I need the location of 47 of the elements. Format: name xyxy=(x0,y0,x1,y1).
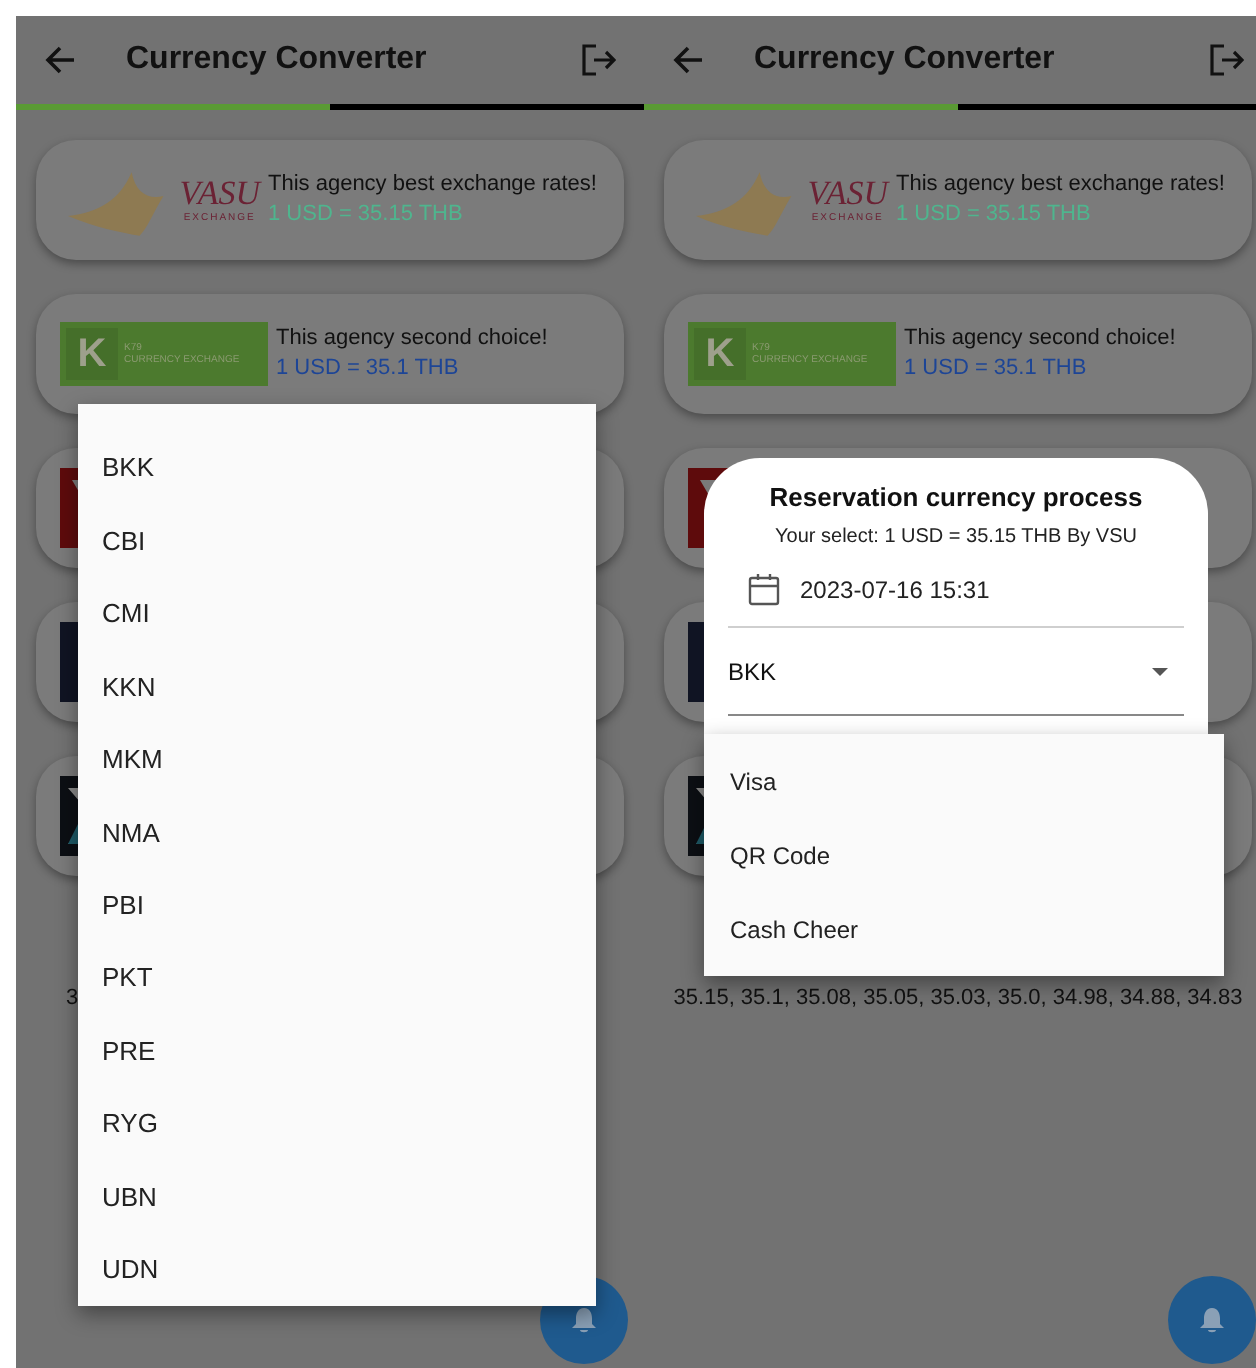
app-title: Currency Converter xyxy=(126,40,429,80)
tab-indicator[interactable] xyxy=(330,104,644,110)
menu-item[interactable]: RYG xyxy=(78,1087,596,1161)
back-icon xyxy=(672,44,704,76)
app-title: Currency Converter xyxy=(754,40,1057,80)
tab-indicator[interactable] xyxy=(958,104,1256,110)
back-icon xyxy=(44,44,76,76)
menu-item[interactable]: PRE xyxy=(78,1014,596,1088)
menu-item[interactable]: PKT xyxy=(78,941,596,1015)
rates-list: 35.15, 35.1, 35.08, 35.05, 35.03, 35.0, 34.98, 34.88, 34.83 xyxy=(644,984,1256,1012)
agency-headline: This agency best exchange rates! xyxy=(268,170,597,200)
agency-headline: This agency second choice! xyxy=(904,324,1176,354)
agency-headline: This agency second choice! xyxy=(276,324,548,354)
date-field[interactable]: 2023-07-16 15:31 xyxy=(728,552,1184,628)
dialog-subtitle: Your select: 1 USD = 35.15 THB By VSU xyxy=(775,524,1137,552)
tab-indicator[interactable] xyxy=(16,104,330,110)
agency-rate: 1 USD = 35.1 THB xyxy=(904,354,1089,384)
agency-rate: 1 USD = 35.15 THB xyxy=(896,200,1093,230)
menu-item[interactable]: UBN xyxy=(78,1160,596,1234)
agency-rate: 1 USD = 35.15 THB xyxy=(268,200,465,230)
menu-item[interactable]: QR Code xyxy=(704,819,1224,893)
menu-item[interactable]: UDN xyxy=(78,1233,596,1307)
logo-text: K xyxy=(66,328,118,380)
bell-icon xyxy=(570,1306,598,1334)
menu-item[interactable]: PBI xyxy=(78,869,596,942)
agency-rate: 1 USD = 35.1 THB xyxy=(276,354,461,384)
tab-indicator[interactable] xyxy=(644,104,958,110)
menu-item[interactable]: NMA xyxy=(78,796,596,870)
menu-item[interactable]: CBI xyxy=(78,504,596,578)
menu-item[interactable]: MKM xyxy=(78,723,596,797)
logo-text: VASU xyxy=(179,176,260,212)
menu-item[interactable]: CMI xyxy=(78,577,596,651)
logout-icon xyxy=(1208,42,1244,78)
branch-dropdown[interactable]: BKK xyxy=(728,628,1184,716)
agency-headline: This agency best exchange rates! xyxy=(896,170,1225,200)
menu-item[interactable]: KKN xyxy=(78,650,596,724)
bell-icon xyxy=(1198,1306,1226,1334)
caret-icon xyxy=(1152,667,1168,675)
logo-text: K xyxy=(694,328,746,380)
menu-item[interactable]: BKK xyxy=(78,432,596,505)
logout-icon xyxy=(580,42,616,78)
calendar-icon xyxy=(748,572,780,606)
rates-list: 3 xyxy=(66,984,79,1012)
dialog-title: Reservation currency process xyxy=(769,482,1143,514)
menu-item[interactable]: Cash Cheer xyxy=(704,892,1224,967)
menu-item[interactable]: Visa xyxy=(704,746,1224,820)
logo-text: VASU xyxy=(807,176,888,212)
